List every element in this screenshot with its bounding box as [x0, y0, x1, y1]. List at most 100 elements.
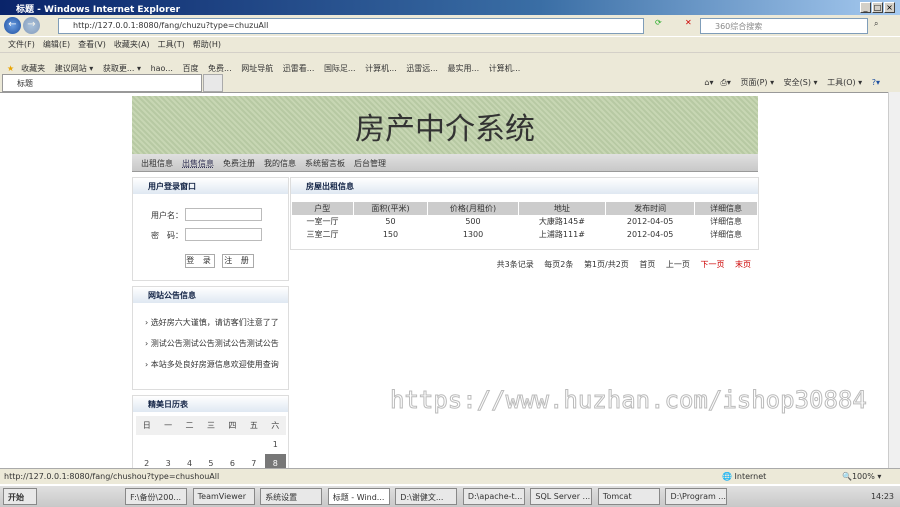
pager: 共3条记录 每页2条 第1页/共2页 首页 上一页 下一页 末页 [290, 259, 751, 270]
weekday: 四 [221, 416, 244, 435]
weekday: 一 [157, 416, 179, 435]
menu-view[interactable]: 查看(V) [78, 39, 106, 50]
notice-item[interactable]: › 选好房六大谨慎，请访客们注意了了 [145, 317, 285, 328]
login-panel: 用户登录窗口 用户名： 密 码： 登 录 注 册 [132, 177, 289, 281]
rental-list-panel: 房屋出租信息 户型 面积(平米) 价格(月租价) 地址 发布时间 详细信息 一室一厅 50 5… [290, 177, 759, 250]
col-header: 地址 [518, 202, 607, 215]
refresh-icon[interactable]: ⟳ [655, 18, 662, 27]
start-button[interactable]: 开始 [3, 488, 37, 505]
fav-item[interactable]: 百度 [182, 63, 198, 72]
nav-register[interactable]: 免费注册 [223, 158, 255, 169]
pager-next[interactable]: 下一页 [700, 260, 724, 269]
minimize-button[interactable]: _ [860, 2, 871, 13]
search-icon[interactable]: ⌕ [874, 19, 878, 29]
weekday: 日 [136, 416, 158, 435]
nav-guestbook[interactable]: 系统留言板 [305, 158, 345, 169]
help-icon[interactable]: ?▾ [872, 78, 880, 87]
task-item[interactable]: SQL Server ... [530, 488, 593, 505]
calendar-title: 精美日历表 [133, 396, 288, 412]
pager-first[interactable]: 首页 [639, 260, 655, 269]
fav-item[interactable]: 建议网站 ▾ [55, 63, 94, 72]
cell: 一室一厅 [306, 217, 339, 226]
nav-admin[interactable]: 后台管理 [354, 158, 386, 169]
tab-current[interactable]: 标题 [2, 74, 202, 92]
login-button[interactable]: 登 录 [185, 254, 215, 268]
fav-item[interactable]: 迅雷看... [283, 63, 315, 72]
col-header: 户型 [292, 202, 354, 215]
col-header: 面积(平米) [353, 202, 429, 215]
fav-item[interactable]: hao... [151, 64, 173, 72]
close-button[interactable]: × [884, 2, 895, 13]
task-item[interactable]: D:\Program ... [665, 488, 728, 505]
notice-item[interactable]: › 测试公告测试公告测试公告测试公告 [145, 338, 285, 349]
address-bar[interactable]: http://127.0.0.1:8080/fang/chuzu?type=ch… [58, 18, 644, 34]
menu-favorites[interactable]: 收藏夹(A) [114, 39, 150, 50]
task-item[interactable]: Tomcat [597, 488, 660, 505]
cell: 2012-04-05 [626, 217, 674, 226]
favorites-bar: ★ 收藏夹 建议网站 ▾ 获取更... ▾ hao... 百度 免费... 网址导… [0, 52, 900, 72]
menu-help[interactable]: 帮助(H) [193, 39, 221, 50]
fav-item[interactable]: ★ 收藏夹 [7, 58, 45, 72]
detail-link[interactable]: 详细信息 [694, 215, 757, 228]
fav-item[interactable]: 最实用... [448, 63, 480, 72]
command-bar: ⌂▾ ⎙▾ 页面(P) ▾ 安全(S) ▾ 工具(O) ▾ ?▾ [697, 77, 880, 88]
pager-page: 第1页/共2页 [583, 260, 629, 269]
pager-prev[interactable]: 上一页 [666, 260, 690, 269]
nav-my-info[interactable]: 我的信息 [264, 158, 296, 169]
calendar-table: 日一二三四五六 1 2345678 [136, 416, 286, 473]
pager-per-page: 每页2条 [544, 260, 574, 269]
forward-button[interactable]: → [23, 17, 40, 34]
pager-total: 共3条记录 [496, 260, 534, 269]
nav-rent[interactable]: 出租信息 [141, 158, 173, 169]
task-item[interactable]: D:\谢健文... [395, 488, 458, 505]
fav-item[interactable]: 网址导航 [241, 63, 273, 72]
back-button[interactable]: ← [4, 17, 21, 34]
status-bar: http://127.0.0.1:8080/fang/chushou?type=… [0, 468, 900, 484]
register-button[interactable]: 注 册 [222, 254, 254, 268]
fav-item[interactable]: 迅雷远... [406, 63, 438, 72]
task-item[interactable]: F:\备份\200... [125, 488, 188, 505]
zone-indicator: 🌐 Internet [722, 472, 767, 481]
fav-item[interactable]: 计算机... [365, 63, 397, 72]
search-input[interactable]: 360综合搜索 [700, 18, 868, 34]
menu-tools[interactable]: 工具(T) [158, 39, 185, 50]
fav-item[interactable]: 计算机... [489, 63, 521, 72]
print-icon[interactable]: ⎙▾ [721, 78, 731, 87]
weekday: 六 [264, 416, 286, 435]
notice-item[interactable]: › 本站多处良好房源信息欢迎使用查询 [145, 359, 285, 370]
cell: 大康路145# [538, 217, 585, 226]
tools-menu[interactable]: 工具(O) ▾ [827, 78, 862, 87]
weekday: 二 [178, 416, 201, 435]
notice-title: 网站公告信息 [133, 287, 288, 303]
weekday: 五 [243, 416, 265, 435]
nav-sale[interactable]: 出售信息 [182, 158, 214, 169]
fav-item[interactable]: 国际足... [324, 63, 356, 72]
menu-edit[interactable]: 编辑(E) [43, 39, 70, 50]
fav-item[interactable]: 免费... [208, 63, 232, 72]
home-icon[interactable]: ⌂▾ [704, 78, 713, 87]
rental-table: 户型 面积(平米) 价格(月租价) 地址 发布时间 详细信息 一室一厅 50 500 大康路14… [292, 202, 759, 241]
detail-link[interactable]: 详细信息 [694, 228, 757, 241]
task-item[interactable]: TeamViewer [192, 488, 255, 505]
maximize-button[interactable]: □ [872, 2, 883, 13]
safety-menu[interactable]: 安全(S) ▾ [784, 78, 818, 87]
star-icon: ★ [7, 64, 15, 72]
password-input[interactable] [185, 228, 262, 241]
zoom-level[interactable]: 🔍100% ▾ [842, 472, 881, 481]
task-item[interactable]: D:\apache-t... [462, 488, 525, 505]
rental-list-title: 房屋出租信息 [291, 178, 758, 194]
fav-item[interactable]: 获取更... ▾ [103, 63, 141, 72]
task-item-active[interactable]: 标题 - Wind... [327, 488, 390, 505]
username-input[interactable] [185, 208, 262, 221]
pager-last[interactable]: 末页 [735, 260, 751, 269]
menu-file[interactable]: 文件(F) [8, 39, 35, 50]
col-header: 发布时间 [605, 202, 695, 215]
task-item[interactable]: 系统设置 [260, 488, 323, 505]
page-menu[interactable]: 页面(P) ▾ [740, 78, 774, 87]
vertical-scrollbar[interactable] [888, 92, 900, 468]
stop-icon[interactable]: ✕ [685, 18, 692, 27]
calendar-day[interactable]: 1 [265, 435, 286, 454]
cell: 2012-04-05 [626, 230, 674, 239]
new-tab-button[interactable] [203, 74, 223, 92]
password-label: 密 码： [151, 231, 183, 240]
